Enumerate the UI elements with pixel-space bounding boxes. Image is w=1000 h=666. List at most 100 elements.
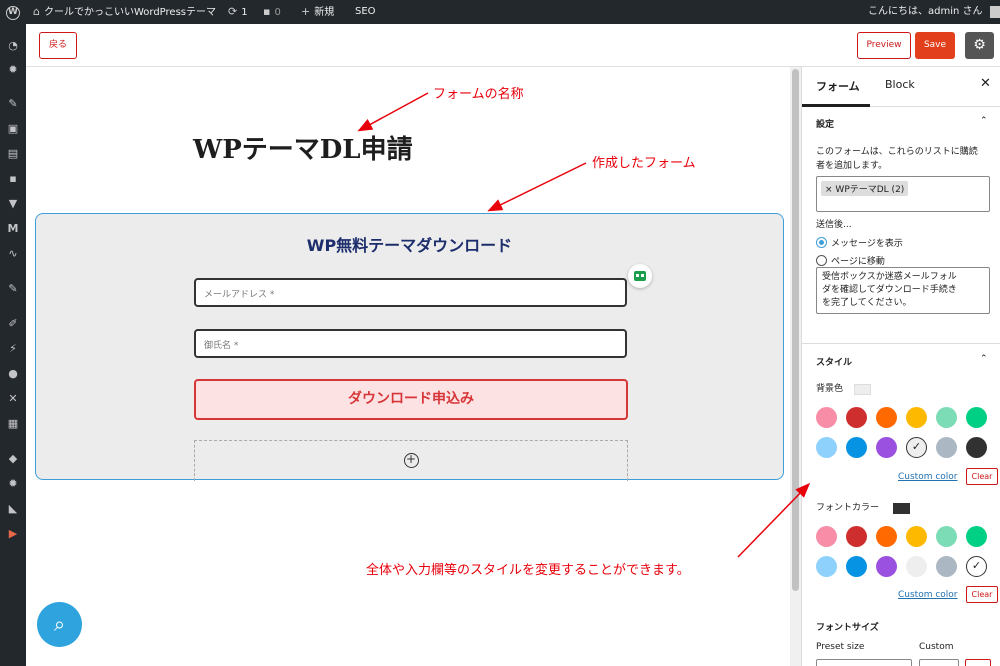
radio-goto-page[interactable]: ページに移動 (816, 254, 885, 267)
add-block-icon[interactable]: + (403, 453, 419, 468)
preset-size-select[interactable] (816, 659, 912, 666)
color-swatch[interactable] (936, 526, 957, 547)
dashboard-icon[interactable]: ◔ (0, 38, 26, 54)
success-message-textarea[interactable]: 受信ボックスか迷惑メールフォル ダを確認してダウンロード手続き を完了してくださ… (816, 267, 990, 314)
posts-pin-icon[interactable]: ✎ (0, 96, 26, 112)
settings-gear-icon[interactable]: ✹ (0, 62, 26, 78)
scrollbar-thumb[interactable] (792, 69, 799, 591)
account-link[interactable]: こんにちは、admin さん (868, 0, 983, 24)
forms-icon[interactable]: ▼ (0, 196, 26, 212)
stats-icon[interactable]: ◣ (0, 501, 26, 517)
font-color-indicator (893, 503, 910, 514)
layout-icon[interactable]: ▦ (0, 416, 26, 432)
color-swatch[interactable] (846, 407, 867, 428)
seo-link[interactable]: SEO (355, 0, 376, 24)
block-appender[interactable]: + (194, 440, 628, 481)
font-clear-button[interactable]: Clear (966, 586, 998, 603)
remove-token-icon[interactable]: × (825, 185, 833, 195)
preset-size-label: Preset size (816, 642, 865, 652)
download-submit-button[interactable]: ダウンロード申込み (194, 379, 628, 420)
color-swatch[interactable] (846, 437, 867, 458)
appearance-brush-icon[interactable]: ✐ (0, 316, 26, 332)
canvas-scrollbar[interactable] (790, 67, 801, 666)
color-swatch[interactable] (846, 556, 867, 577)
back-button[interactable]: 戻る (39, 32, 77, 59)
plugin-logo-icon[interactable]: ◆ (0, 451, 26, 467)
color-swatch[interactable] (906, 407, 927, 428)
save-button[interactable]: Save (915, 32, 955, 59)
name-placeholder: 御氏名 * (204, 341, 239, 351)
avatar[interactable] (990, 6, 1000, 18)
email-placeholder: メールアドレス * (204, 290, 275, 300)
users-icon[interactable]: ● (0, 366, 26, 382)
comments-link[interactable]: ▪ 0 (263, 0, 281, 24)
radio-unselected-icon[interactable] (816, 255, 827, 266)
tools-wrench-icon[interactable]: ✕ (0, 391, 26, 407)
form-heading[interactable]: WP無料テーマダウンロード (36, 232, 783, 256)
pages-icon[interactable]: ▤ (0, 146, 26, 162)
settings-icon[interactable]: ✹ (0, 476, 26, 492)
font-color-label: フォントカラー (816, 503, 880, 513)
annotation-form-name: フォームの名称 (433, 87, 524, 102)
radio-selected-icon[interactable] (816, 237, 827, 248)
size-reset-button[interactable] (965, 659, 991, 666)
new-content-link[interactable]: + 新規 (301, 0, 334, 24)
preview-button[interactable]: Preview (857, 32, 911, 59)
chevron-up-icon[interactable]: ⌃ (980, 354, 988, 364)
plus-icon: + (301, 5, 311, 18)
tab-block[interactable]: Block (885, 78, 915, 91)
admin-bar: W ⌂ クールでかっこいいWordPressテーマ ⟳ 1 ▪ 0 + 新規 SEO こ… (0, 0, 1000, 24)
name-field[interactable]: 御氏名 * (194, 329, 627, 358)
font-custom-color-link[interactable]: Custom color (898, 590, 958, 600)
color-swatch[interactable]: ✓ (906, 437, 927, 458)
custom-size-input[interactable] (919, 659, 959, 666)
list-token[interactable]: × WPテーマDL (2) (821, 181, 909, 196)
color-swatch[interactable] (816, 437, 837, 458)
color-swatch[interactable] (816, 556, 837, 577)
bg-clear-button[interactable]: Clear (966, 468, 998, 485)
email-field[interactable]: メールアドレス * (194, 278, 627, 307)
color-swatch[interactable] (876, 437, 897, 458)
form-title[interactable]: WPテーマDL申請 (193, 129, 413, 166)
play-icon[interactable]: ▶ (0, 526, 26, 542)
form-field-badge-icon[interactable] (628, 264, 652, 288)
color-swatch[interactable] (816, 526, 837, 547)
radio-show-message[interactable]: メッセージを表示 (816, 236, 903, 249)
section-divider (802, 343, 1000, 344)
search-fab-button[interactable]: ⌕ (37, 602, 82, 647)
list-token-field[interactable]: × WPテーマDL (2) (816, 176, 990, 212)
color-swatch[interactable] (876, 526, 897, 547)
color-swatch[interactable] (966, 407, 987, 428)
color-swatch[interactable] (966, 437, 987, 458)
chevron-up-icon[interactable]: ⌃ (980, 116, 988, 126)
color-swatch[interactable] (936, 556, 957, 577)
site-name-link[interactable]: ⌂ クールでかっこいいWordPressテーマ (33, 0, 216, 24)
color-swatch[interactable] (936, 407, 957, 428)
color-swatch[interactable] (936, 437, 957, 458)
mailchimp-icon[interactable]: M (0, 221, 26, 237)
color-swatch[interactable] (876, 407, 897, 428)
pin-icon[interactable]: ✎ (0, 281, 26, 297)
color-swatch[interactable] (816, 407, 837, 428)
wordpress-logo-icon[interactable]: W (6, 0, 20, 24)
color-swatch[interactable] (876, 556, 897, 577)
media-icon[interactable]: ▣ (0, 121, 26, 137)
custom-size-label: Custom (919, 642, 954, 652)
tab-form[interactable]: フォーム (802, 78, 870, 107)
color-swatch[interactable] (906, 556, 927, 577)
style-section-title[interactable]: スタイル (816, 355, 852, 368)
settings-section-title[interactable]: 設定 (816, 117, 834, 130)
comments-icon[interactable]: ▪ (0, 171, 26, 187)
settings-panel: フォーム Block ✕ 設定 ⌃ このフォームは、これらのリストに購読 者を追… (801, 67, 1000, 666)
color-swatch[interactable]: ✓ (966, 556, 987, 577)
plugins-icon[interactable]: ⚡ (0, 341, 26, 357)
analytics-icon[interactable]: ∿ (0, 246, 26, 262)
color-swatch[interactable] (906, 526, 927, 547)
bg-custom-color-link[interactable]: Custom color (898, 472, 958, 482)
color-swatch[interactable] (966, 526, 987, 547)
settings-gear-button[interactable]: ⚙ (965, 32, 994, 59)
close-icon[interactable]: ✕ (980, 76, 991, 91)
form-block[interactable]: WP無料テーマダウンロード メールアドレス * 御氏名 * ダウンロード申込み … (35, 213, 784, 481)
updates-link[interactable]: ⟳ 1 (228, 0, 248, 24)
color-swatch[interactable] (846, 526, 867, 547)
